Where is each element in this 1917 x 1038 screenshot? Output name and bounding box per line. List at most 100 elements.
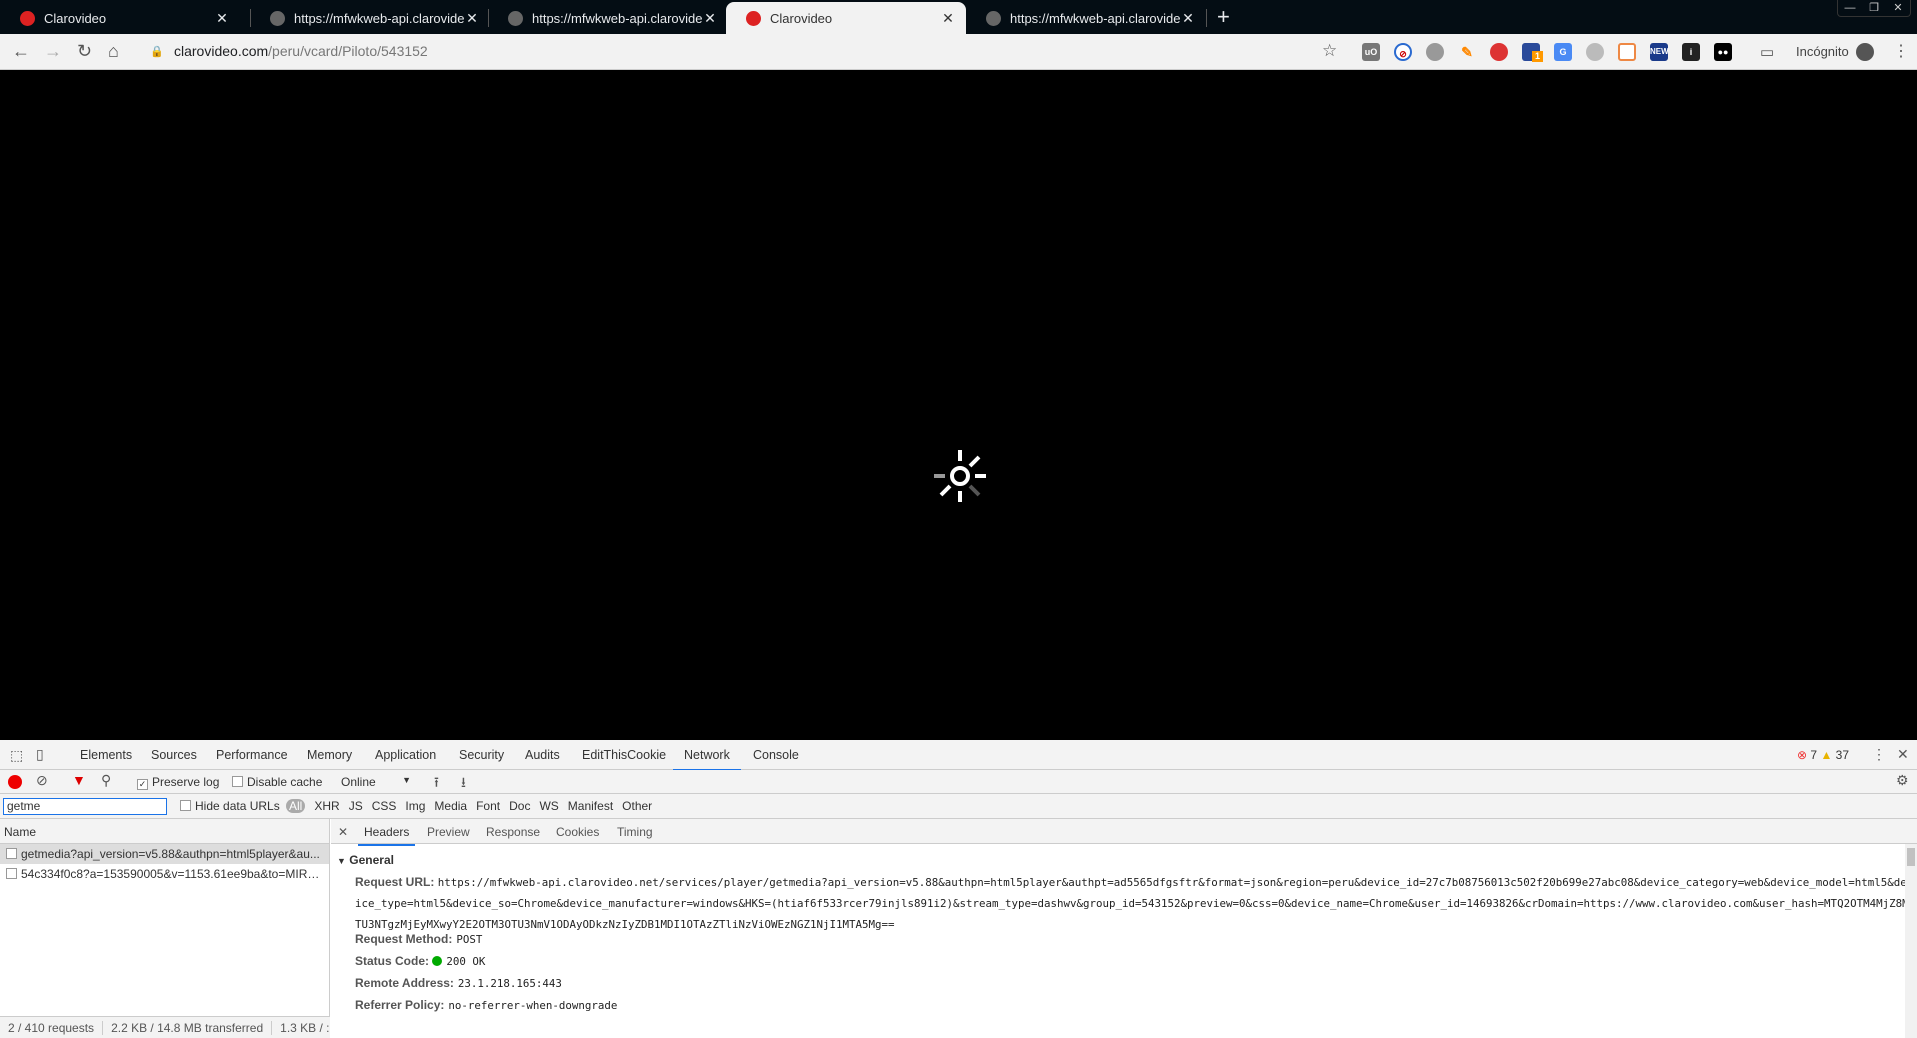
filter-doc[interactable]: Doc bbox=[509, 799, 530, 813]
minimize-button[interactable]: — bbox=[1838, 0, 1862, 16]
menu-icon[interactable]: ⋮ bbox=[1893, 41, 1909, 61]
status-ok-icon bbox=[432, 956, 443, 966]
tab-strip: Clarovideo ✕ https://mfwkweb-api.clarovid… bbox=[0, 0, 1917, 34]
extension-icon[interactable] bbox=[1426, 43, 1444, 61]
close-tab-icon[interactable]: ✕ bbox=[1180, 10, 1196, 27]
tab-security[interactable]: Security bbox=[459, 748, 504, 762]
rss-icon[interactable]: 1 bbox=[1522, 43, 1543, 62]
detail-tabbar: ✕ Headers Preview Response Cookies Timin… bbox=[331, 819, 1917, 846]
ublock-icon[interactable]: uO bbox=[1362, 43, 1380, 61]
close-tab-icon[interactable]: ✕ bbox=[702, 10, 718, 27]
reload-button[interactable]: ↻ bbox=[77, 41, 92, 62]
tab-cookies[interactable]: Cookies bbox=[556, 825, 599, 839]
close-tab-icon[interactable]: ✕ bbox=[464, 10, 480, 27]
disable-cache-checkbox[interactable]: Disable cache bbox=[232, 775, 322, 789]
tab-console[interactable]: Console bbox=[753, 748, 799, 762]
clear-icon[interactable]: ⊘ bbox=[36, 772, 48, 789]
close-tab-icon[interactable]: ✕ bbox=[214, 10, 230, 27]
filter-media[interactable]: Media bbox=[434, 799, 467, 813]
tab-audits[interactable]: Audits bbox=[525, 748, 560, 762]
tab-memory[interactable]: Memory bbox=[307, 748, 352, 762]
filter-input[interactable]: getme bbox=[3, 798, 167, 815]
name-column-header[interactable]: Name bbox=[0, 819, 329, 844]
incognito-label: Incógnito bbox=[1796, 44, 1849, 59]
close-tab-icon[interactable]: ✕ bbox=[940, 10, 956, 27]
tab-network[interactable]: Network bbox=[673, 748, 741, 771]
block-icon[interactable]: ⊘ bbox=[1394, 43, 1412, 61]
browser-tab-active[interactable]: Clarovideo ✕ bbox=[726, 2, 966, 34]
tab-headers[interactable]: Headers bbox=[358, 825, 416, 846]
tab-preview[interactable]: Preview bbox=[427, 825, 470, 839]
new-extension-icon[interactable]: NEW bbox=[1650, 43, 1669, 61]
info-icon[interactable]: i bbox=[1682, 43, 1700, 61]
filter-other[interactable]: Other bbox=[622, 799, 652, 813]
request-row[interactable]: 54c334f0c8?a=153590005&v=1153.61ee9ba&to… bbox=[0, 864, 329, 884]
filter-img[interactable]: Img bbox=[405, 799, 425, 813]
tab-sources[interactable]: Sources bbox=[151, 748, 197, 762]
lock-icon: 🔒 bbox=[150, 46, 164, 58]
home-button[interactable]: ⌂ bbox=[108, 41, 119, 62]
cookie-icon[interactable] bbox=[1490, 43, 1508, 61]
tab-application[interactable]: Application bbox=[375, 748, 436, 762]
export-har-icon[interactable]: ⭳ bbox=[461, 772, 466, 796]
browser-tab[interactable]: https://mfwkweb-api.clarovideo.n ✕ bbox=[488, 2, 728, 34]
error-count[interactable]: ⊗ 7 ▲ 37 bbox=[1797, 748, 1849, 762]
image-icon[interactable] bbox=[1618, 43, 1636, 61]
preserve-log-checkbox[interactable]: ✓ Preserve log bbox=[137, 775, 219, 790]
device-toolbar-icon[interactable]: ▯ bbox=[36, 746, 44, 763]
incognito-icon[interactable] bbox=[1856, 43, 1874, 61]
back-button[interactable]: ← bbox=[12, 41, 30, 62]
tab-editthiscookie[interactable]: EditThisCookie bbox=[582, 748, 666, 762]
filter-xhr[interactable]: XHR bbox=[314, 799, 339, 813]
browser-tab[interactable]: https://mfwkweb-api.clarovideo.n ✕ bbox=[966, 2, 1206, 34]
pencil-icon[interactable]: ✎ bbox=[1458, 43, 1476, 61]
address-bar[interactable]: clarovideo.com/peru/vcard/Piloto/543152 bbox=[174, 43, 428, 59]
import-har-icon[interactable]: ⭱ bbox=[434, 772, 439, 796]
forward-button[interactable]: → bbox=[44, 41, 62, 62]
filter-manifest[interactable]: Manifest bbox=[568, 799, 613, 813]
filter-font[interactable]: Font bbox=[476, 799, 500, 813]
translate-icon[interactable]: G bbox=[1554, 43, 1572, 61]
new-tab-button[interactable]: + bbox=[1217, 4, 1230, 30]
tab-timing[interactable]: Timing bbox=[617, 825, 653, 839]
cast-icon[interactable]: ▭ bbox=[1760, 43, 1774, 61]
resource-type-filters: All XHR JS CSS Img Media Font Doc WS Man… bbox=[286, 799, 652, 813]
close-window-button[interactable]: ✕ bbox=[1886, 0, 1910, 16]
filter-all[interactable]: All bbox=[286, 799, 306, 813]
filter-icon[interactable]: ▼ bbox=[72, 772, 86, 788]
request-list: Name getmedia?api_version=v5.88&authpn=h… bbox=[0, 819, 330, 1038]
restore-button[interactable]: ❐ bbox=[1862, 0, 1886, 16]
close-details-icon[interactable]: ✕ bbox=[338, 825, 348, 839]
tab-elements[interactable]: Elements bbox=[80, 748, 132, 762]
request-row[interactable]: getmedia?api_version=v5.88&authpn=html5p… bbox=[0, 844, 329, 864]
record-button[interactable] bbox=[8, 775, 22, 789]
globe-extension-icon[interactable] bbox=[1586, 43, 1604, 61]
filter-ws[interactable]: WS bbox=[539, 799, 558, 813]
filter-css[interactable]: CSS bbox=[372, 799, 397, 813]
status-code: Status Code: 200 OK bbox=[355, 954, 486, 968]
bookmark-star-icon[interactable]: ☆ bbox=[1322, 41, 1337, 61]
details-scrollbar[interactable] bbox=[1905, 844, 1917, 1038]
devtools-panel: ⬚ ▯ Elements Sources Performance Memory … bbox=[0, 740, 1917, 1038]
loading-spinner-icon bbox=[934, 450, 986, 502]
devtools-menu-icon[interactable]: ⋮ bbox=[1872, 746, 1886, 763]
tampermonkey-icon[interactable]: ●● bbox=[1714, 43, 1732, 61]
filter-js[interactable]: JS bbox=[349, 799, 363, 813]
video-player[interactable] bbox=[0, 70, 1917, 740]
close-devtools-icon[interactable]: ✕ bbox=[1897, 746, 1909, 763]
hide-data-urls-checkbox[interactable]: Hide data URLs bbox=[180, 799, 280, 813]
browser-tab[interactable]: https://mfwkweb-api.clarovideo.n ✕ bbox=[250, 2, 490, 34]
tab-performance[interactable]: Performance bbox=[216, 748, 288, 762]
browser-tab[interactable]: Clarovideo ✕ bbox=[0, 2, 240, 34]
settings-gear-icon[interactable]: ⚙ bbox=[1896, 772, 1909, 789]
window-controls: — ❐ ✕ bbox=[1837, 0, 1911, 17]
file-icon bbox=[6, 868, 17, 879]
tab-response[interactable]: Response bbox=[486, 825, 540, 839]
referrer-policy: Referrer Policy: no-referrer-when-downgra… bbox=[355, 998, 618, 1012]
search-icon[interactable]: ⚲ bbox=[101, 772, 111, 789]
inspect-element-icon[interactable]: ⬚ bbox=[10, 747, 23, 764]
throttling-select[interactable]: Online ▼ bbox=[341, 775, 411, 789]
error-icon: ⊗ bbox=[1797, 748, 1808, 762]
general-section-toggle[interactable]: ▼ General bbox=[337, 853, 394, 867]
filter-bar: getme Hide data URLs All XHR JS CSS Img … bbox=[0, 794, 1917, 819]
